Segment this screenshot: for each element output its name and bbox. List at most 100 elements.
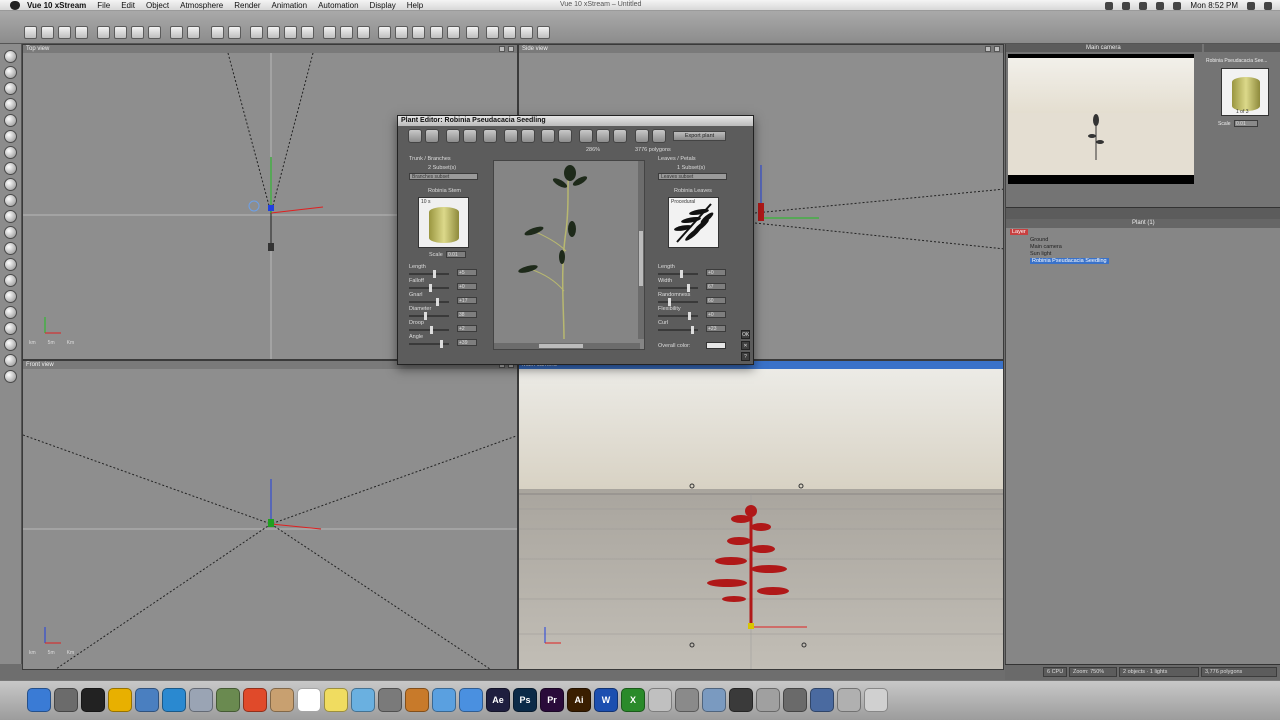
dock-app-icon[interactable] — [378, 688, 402, 712]
preview-hscroll-thumb[interactable] — [539, 344, 583, 348]
leaves-flexibility-slider[interactable] — [658, 312, 698, 320]
trunk-gnarl-field[interactable]: +17 — [457, 297, 477, 304]
pe-tool-render-icon[interactable] — [408, 129, 422, 143]
toolbar-tool-icon[interactable] — [486, 26, 499, 39]
dock-app-icon[interactable] — [756, 688, 780, 712]
menu-app-name[interactable]: Vue 10 xStream — [27, 1, 86, 10]
trunk-falloff-slider[interactable] — [409, 284, 449, 292]
toolbar-tool-icon[interactable] — [323, 26, 336, 39]
trunk-length-slider[interactable] — [409, 270, 449, 278]
dock-app-icon[interactable] — [864, 688, 888, 712]
dock-app-icon[interactable] — [324, 688, 348, 712]
pe-tool-cut-icon[interactable] — [504, 129, 518, 143]
dock-app-icon[interactable] — [783, 688, 807, 712]
object-tool-icon[interactable] — [4, 146, 17, 159]
menu-animation[interactable]: Animation — [272, 1, 308, 10]
leaves-width-slider[interactable] — [658, 284, 698, 292]
dropbox-icon[interactable] — [1105, 1, 1114, 10]
slider-knob[interactable] — [436, 298, 439, 306]
dock-premiere-icon[interactable]: Pr — [540, 688, 564, 712]
dock-app-icon[interactable] — [270, 688, 294, 712]
toolbar-tool-icon[interactable] — [170, 26, 183, 39]
world-browser-tabs[interactable] — [1006, 207, 1280, 219]
trunk-material-preview[interactable]: 10 s — [418, 197, 469, 248]
object-tool-icon[interactable] — [4, 338, 17, 351]
toolbar-tool-icon[interactable] — [148, 26, 161, 39]
trunk-subset-dropdown[interactable]: Branches subset — [409, 173, 478, 180]
dock-app-icon[interactable] — [108, 688, 132, 712]
toolbar-tool-icon[interactable] — [430, 26, 443, 39]
leaves-width-field[interactable]: 67 — [706, 283, 726, 290]
toolbar-tool-icon[interactable] — [357, 26, 370, 39]
dock-app-icon[interactable] — [648, 688, 672, 712]
toolbar-tool-icon[interactable] — [447, 26, 460, 39]
slider-knob[interactable] — [440, 340, 443, 348]
toolbar-tool-icon[interactable] — [537, 26, 550, 39]
pe-tool-redo-icon[interactable] — [558, 129, 572, 143]
dock-app-icon[interactable] — [297, 688, 321, 712]
menu-display[interactable]: Display — [370, 1, 396, 10]
apple-menu-icon[interactable] — [10, 0, 20, 10]
dock-app-icon[interactable] — [162, 688, 186, 712]
dock-app-icon[interactable] — [702, 688, 726, 712]
object-tool-icon[interactable] — [4, 370, 17, 383]
leaves-flexibility-field[interactable]: +0 — [706, 311, 726, 318]
viewport-side-maximize-icon[interactable] — [994, 46, 1000, 52]
toolbar-tool-icon[interactable] — [503, 26, 516, 39]
plant-preview-area[interactable] — [493, 160, 645, 350]
object-tool-icon[interactable] — [4, 322, 17, 335]
leaves-length-slider[interactable] — [658, 270, 698, 278]
object-tool-icon[interactable] — [4, 82, 17, 95]
dock-app-icon[interactable] — [216, 688, 240, 712]
object-tool-icon[interactable] — [4, 242, 17, 255]
dock-app-icon[interactable] — [54, 688, 78, 712]
trunk-angle-field[interactable]: +39 — [457, 339, 477, 346]
help-button[interactable]: ? — [741, 352, 750, 361]
object-tool-icon[interactable] — [4, 354, 17, 367]
toolbar-tool-icon[interactable] — [284, 26, 297, 39]
pe-tool-double-icon[interactable] — [652, 129, 666, 143]
export-plant-button[interactable]: Export plant — [673, 131, 726, 141]
dock-photoshop-icon[interactable]: Ps — [513, 688, 537, 712]
dock-after-effects-icon[interactable]: Ae — [486, 688, 510, 712]
toolbar-tool-icon[interactable] — [520, 26, 533, 39]
pe-tool-zoom-out-icon[interactable] — [613, 129, 627, 143]
pe-tool-material-icon[interactable] — [483, 129, 497, 143]
dock-app-icon[interactable] — [459, 688, 483, 712]
dock-app-icon[interactable] — [405, 688, 429, 712]
toolbar-tool-icon[interactable] — [24, 26, 37, 39]
toolbar-tool-icon[interactable] — [131, 26, 144, 39]
slider-knob[interactable] — [691, 326, 694, 334]
battery-icon[interactable] — [1173, 1, 1182, 10]
dock-app-icon[interactable] — [351, 688, 375, 712]
object-tool-icon[interactable] — [4, 226, 17, 239]
toolbar-tool-icon[interactable] — [340, 26, 353, 39]
bluetooth-icon[interactable] — [1122, 1, 1131, 10]
overall-color-swatch[interactable] — [706, 342, 726, 349]
toolbar-tool-icon[interactable] — [228, 26, 241, 39]
toolbar-tool-icon[interactable] — [114, 26, 127, 39]
camera-preview[interactable] — [1008, 54, 1194, 184]
tree-row-sun-light[interactable]: Sun light — [1030, 251, 1051, 257]
dock-word-icon[interactable]: W — [594, 688, 618, 712]
dock-app-icon[interactable] — [189, 688, 213, 712]
material-scale-field[interactable]: 0.01 — [1234, 120, 1258, 127]
material-panel-preview[interactable]: 1 of 3 — [1221, 68, 1269, 116]
tree-row-plant-selected[interactable]: Robinia Pseudacacia Seedling — [1030, 258, 1109, 264]
dock-app-icon[interactable] — [675, 688, 699, 712]
object-tool-icon[interactable] — [4, 130, 17, 143]
toolbar-tool-icon[interactable] — [187, 26, 200, 39]
dock-xcode-x-icon[interactable]: X — [621, 688, 645, 712]
dock-app-icon[interactable] — [837, 688, 861, 712]
volume-icon[interactable] — [1156, 1, 1165, 10]
leaves-randomness-slider[interactable] — [658, 298, 698, 306]
menu-object[interactable]: Object — [146, 1, 169, 10]
preview-vscroll-thumb[interactable] — [639, 231, 643, 286]
object-tool-icon[interactable] — [4, 306, 17, 319]
toolbar-tool-icon[interactable] — [466, 26, 479, 39]
tree-row-main-camera[interactable]: Main camera — [1030, 244, 1062, 250]
object-tool-icon[interactable] — [4, 162, 17, 175]
object-tool-icon[interactable] — [4, 50, 17, 63]
toolbar-tool-icon[interactable] — [412, 26, 425, 39]
trunk-scale-field[interactable]: 0.01 — [446, 251, 466, 258]
